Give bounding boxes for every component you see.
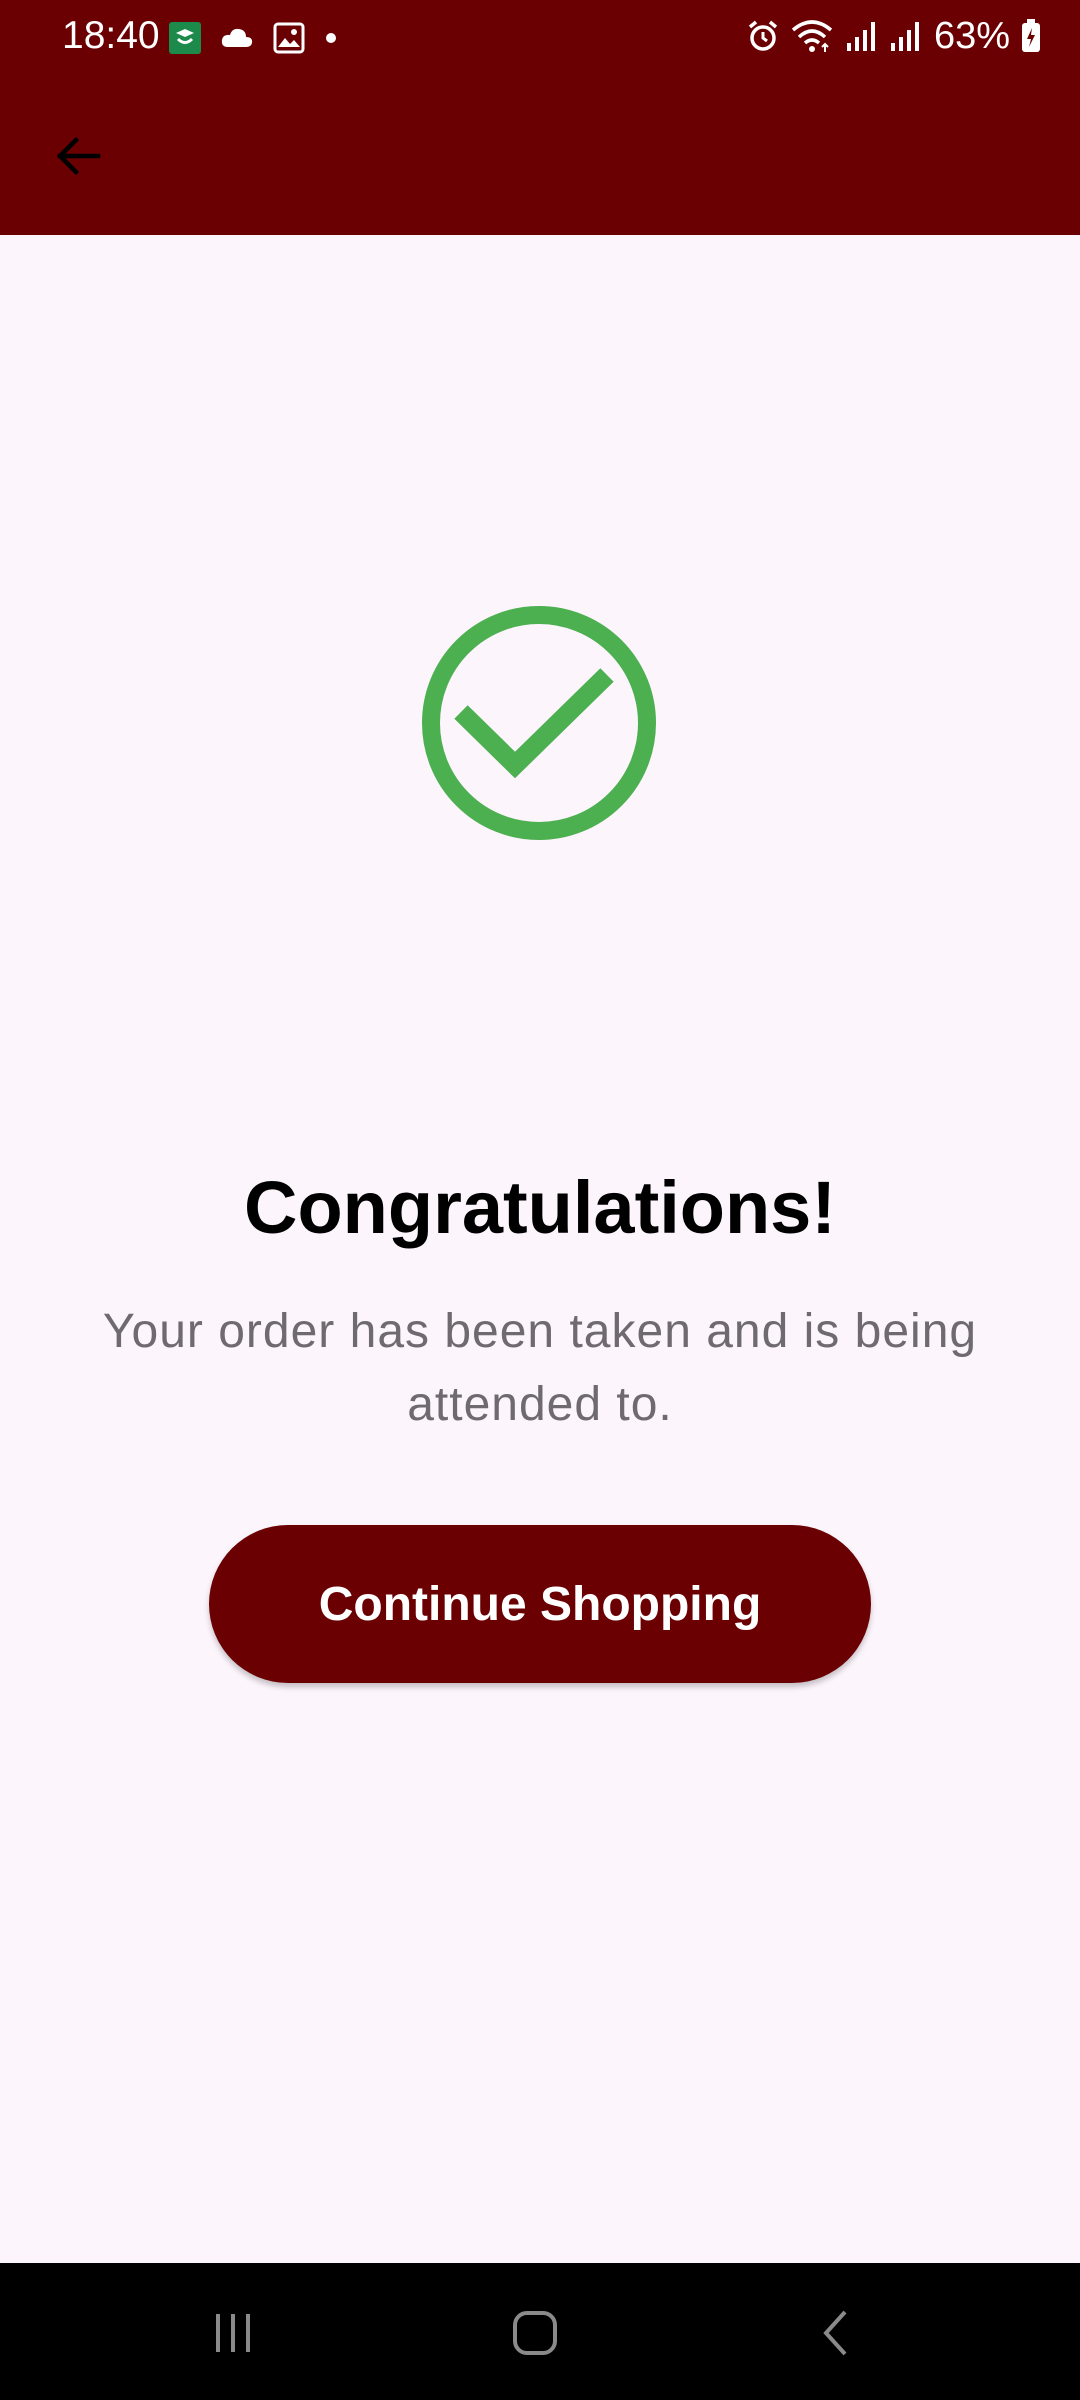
home-icon — [513, 2311, 557, 2355]
app-notification-icon — [168, 21, 202, 55]
alarm-icon — [746, 19, 780, 53]
page-title: Congratulations! — [244, 1166, 836, 1249]
battery-percent: 63% — [933, 14, 1010, 57]
home-button[interactable] — [490, 2293, 580, 2373]
status-left-icons — [168, 18, 356, 58]
system-back-button[interactable] — [792, 2293, 882, 2373]
recent-apps-icon — [216, 2314, 250, 2352]
battery-charging-icon — [1020, 18, 1042, 54]
back-button[interactable] — [42, 120, 114, 192]
gallery-icon — [272, 21, 306, 55]
status-right-icons: 63% — [736, 14, 1042, 58]
recent-apps-button[interactable] — [188, 2293, 278, 2373]
continue-shopping-button[interactable]: Continue Shopping — [209, 1525, 871, 1683]
check-circle-icon — [421, 605, 657, 841]
cloud-icon — [220, 25, 254, 51]
arrow-left-icon — [56, 136, 101, 176]
navigation-bar — [0, 2263, 1080, 2400]
signal-icon — [844, 19, 878, 53]
back-icon — [823, 2310, 847, 2356]
dot-icon — [324, 31, 338, 45]
app-bar: 18:40 63% — [0, 0, 1080, 235]
wifi-icon — [790, 18, 834, 54]
status-bar: 18:40 63% — [0, 0, 1080, 72]
confirmation-message: Your order has been taken and is being a… — [102, 1305, 978, 1431]
signal-icon — [888, 19, 922, 53]
status-time: 18:40 — [62, 14, 160, 57]
